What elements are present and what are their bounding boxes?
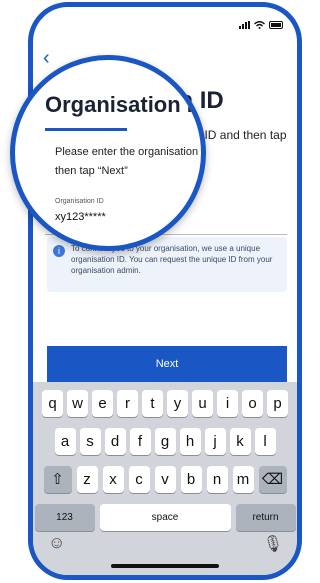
- key[interactable]: u: [192, 390, 213, 417]
- magnifier-callout: Organisation ID Please enter the organis…: [10, 55, 206, 251]
- microphone-icon[interactable]: 🎙: [263, 534, 283, 554]
- home-indicator: [111, 564, 219, 568]
- key[interactable]: x: [102, 466, 124, 493]
- key[interactable]: p: [267, 390, 288, 417]
- key[interactable]: s: [79, 428, 101, 455]
- magnified-title: Organisation ID: [45, 92, 206, 117]
- keyboard-row-1: q w e r t y u i o p: [33, 390, 297, 417]
- key[interactable]: l: [254, 428, 276, 455]
- key[interactable]: w: [67, 390, 88, 417]
- chevron-left-icon: ‹: [43, 47, 50, 69]
- key[interactable]: q: [42, 390, 63, 417]
- numbers-key[interactable]: 123: [34, 504, 95, 531]
- shift-key[interactable]: ⇧: [43, 466, 72, 493]
- emoji-icon[interactable]: ☺: [48, 533, 65, 553]
- key[interactable]: h: [179, 428, 201, 455]
- space-key[interactable]: space: [99, 504, 231, 531]
- key[interactable]: t: [142, 390, 163, 417]
- title-underline: [45, 128, 127, 131]
- info-icon: i: [53, 245, 65, 257]
- key[interactable]: b: [180, 466, 202, 493]
- key[interactable]: f: [129, 428, 151, 455]
- key[interactable]: g: [154, 428, 176, 455]
- key[interactable]: k: [229, 428, 251, 455]
- keyboard-row-3: ⇧ z x c v b n m ⌫: [33, 466, 297, 493]
- return-key[interactable]: return: [235, 504, 296, 531]
- key[interactable]: v: [154, 466, 176, 493]
- key[interactable]: e: [92, 390, 113, 417]
- keyboard-row-4: 123 space return: [33, 504, 297, 531]
- magnified-field-label: Organisation ID: [55, 198, 104, 205]
- key[interactable]: z: [76, 466, 98, 493]
- key[interactable]: r: [117, 390, 138, 417]
- key[interactable]: o: [242, 390, 263, 417]
- keyboard: q w e r t y u i o p a s d f g h j k l ⇧ …: [33, 382, 297, 575]
- key[interactable]: m: [232, 466, 254, 493]
- shift-icon: ⇧: [51, 471, 64, 488]
- wifi-icon: [254, 21, 265, 29]
- magnified-field-value: xy123*****: [55, 211, 106, 223]
- signal-icon: [239, 21, 250, 29]
- keyboard-row-2: a s d f g h j k l: [33, 428, 297, 455]
- delete-key[interactable]: ⌫: [258, 466, 287, 493]
- backspace-icon: ⌫: [261, 471, 284, 488]
- key[interactable]: c: [128, 466, 150, 493]
- key[interactable]: d: [104, 428, 126, 455]
- key[interactable]: n: [206, 466, 228, 493]
- battery-icon: [269, 21, 283, 29]
- next-button[interactable]: Next: [47, 346, 287, 382]
- key[interactable]: y: [167, 390, 188, 417]
- back-button[interactable]: ‹: [43, 47, 50, 70]
- key[interactable]: i: [217, 390, 238, 417]
- magnified-intro: Please enter the organisation ID and the…: [55, 146, 205, 177]
- key[interactable]: a: [54, 428, 76, 455]
- status-bar: [239, 21, 283, 29]
- key[interactable]: j: [204, 428, 226, 455]
